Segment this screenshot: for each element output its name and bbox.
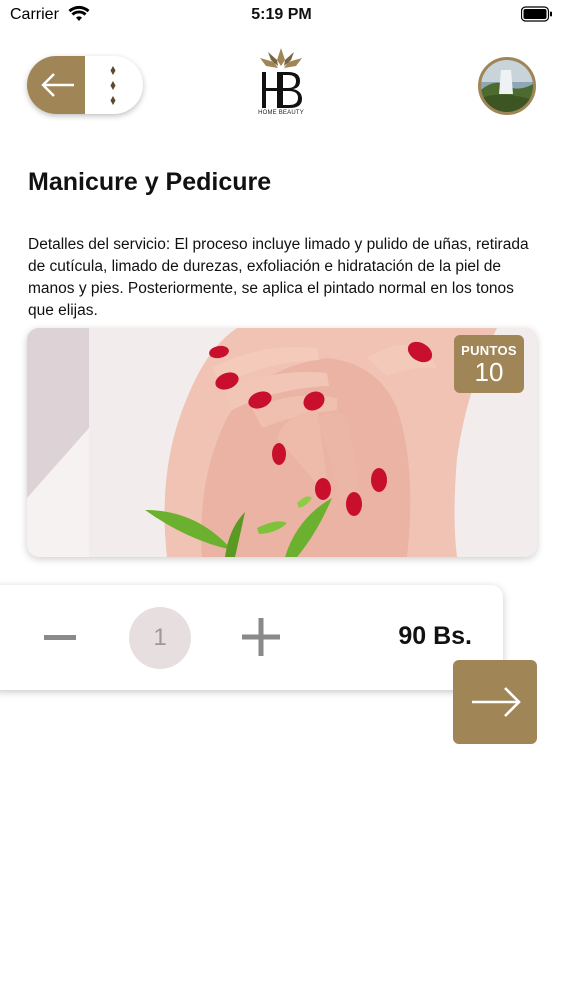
service-title: Manicure y Pedicure bbox=[28, 168, 272, 196]
next-button[interactable] bbox=[453, 660, 537, 744]
logo-text: HOME BEAUTY bbox=[258, 110, 304, 116]
avatar[interactable] bbox=[478, 57, 536, 115]
plus-icon[interactable] bbox=[238, 614, 284, 660]
arrow-right-icon bbox=[472, 687, 521, 717]
points-label: PUNTOS bbox=[461, 343, 517, 358]
quantity-value: 1 bbox=[129, 607, 191, 669]
status-time: 5:19 PM bbox=[251, 6, 312, 23]
price-label: 90 Bs. bbox=[398, 622, 472, 650]
back-menu-pill[interactable] bbox=[27, 56, 143, 114]
service-description: Detalles del servicio: El proceso incluy… bbox=[28, 236, 529, 319]
menu-dots-icon[interactable] bbox=[101, 64, 125, 108]
quantity-text: 1 bbox=[153, 624, 167, 651]
avatar-image bbox=[481, 60, 533, 112]
back-button[interactable] bbox=[27, 56, 85, 114]
home-beauty-logo bbox=[260, 48, 302, 108]
back-arrow-icon bbox=[41, 73, 74, 97]
battery-icon bbox=[521, 6, 552, 22]
points-value: 10 bbox=[474, 357, 504, 387]
minus-icon[interactable] bbox=[40, 612, 80, 662]
status-bar: Carrier 5:19 PM bbox=[0, 0, 563, 30]
points-badge: PUNTOS 10 bbox=[454, 335, 524, 393]
